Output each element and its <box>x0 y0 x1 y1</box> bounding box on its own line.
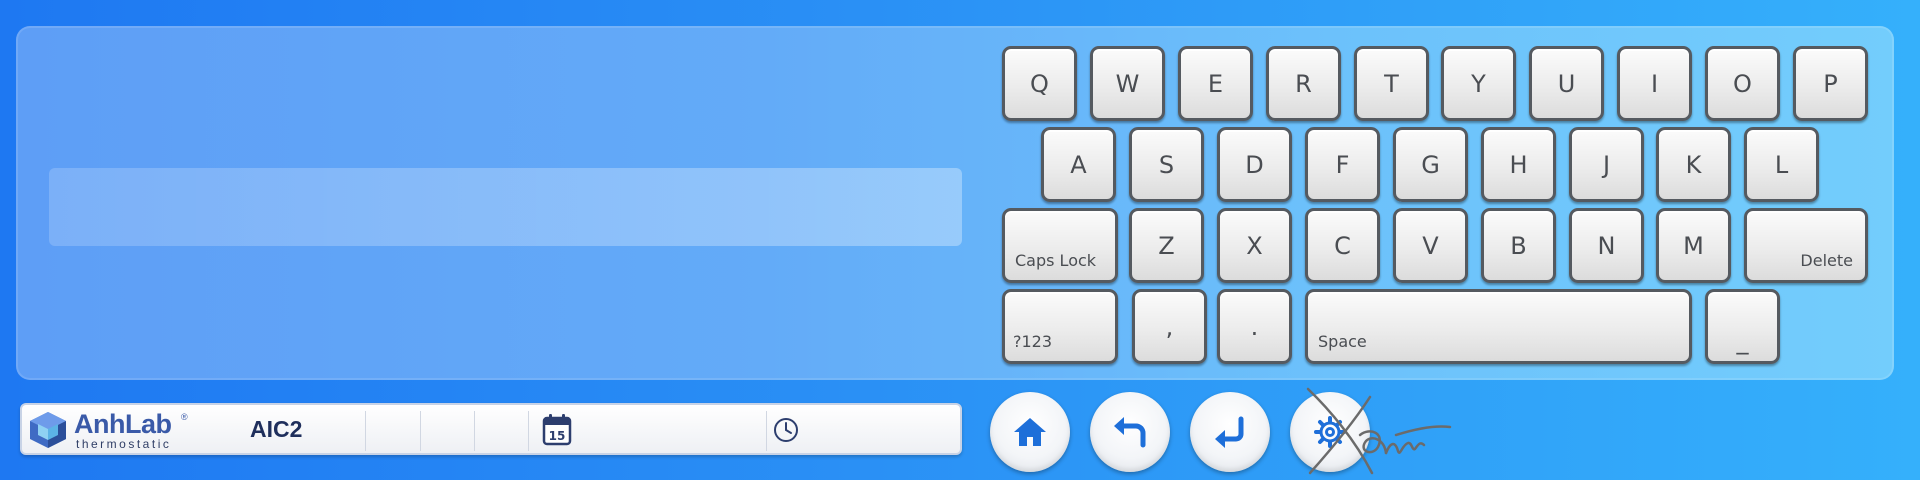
anhlab-logo: AnhLab ® thermostatic <box>26 409 191 451</box>
key-k[interactable]: K <box>1656 127 1731 202</box>
home-button[interactable] <box>990 392 1070 472</box>
key-label: G <box>1421 150 1440 179</box>
key-v[interactable]: V <box>1393 208 1468 283</box>
key-e[interactable]: E <box>1178 46 1253 121</box>
key-label: Space <box>1318 332 1367 351</box>
enter-icon <box>1215 416 1244 448</box>
key-label: , <box>1165 312 1174 341</box>
key-label: ?123 <box>1013 332 1053 351</box>
delete-key[interactable]: Delete <box>1744 208 1868 283</box>
period-key[interactable]: . <box>1217 289 1292 364</box>
back-icon <box>1114 417 1146 448</box>
key-h[interactable]: H <box>1481 127 1556 202</box>
key-label: _ <box>1736 327 1749 355</box>
key-label: S <box>1158 150 1175 179</box>
key-x[interactable]: X <box>1217 208 1292 283</box>
key-label: B <box>1510 231 1527 260</box>
key-j[interactable]: J <box>1569 127 1644 202</box>
key-label: H <box>1509 150 1528 179</box>
key-label: V <box>1422 231 1439 260</box>
key-m[interactable]: M <box>1656 208 1731 283</box>
key-a[interactable]: A <box>1041 127 1116 202</box>
cube-logo-icon <box>30 412 66 448</box>
logo-registered-mark: ® <box>181 412 188 422</box>
device-name: AIC2 <box>250 416 303 442</box>
key-p[interactable]: P <box>1793 46 1868 121</box>
key-f[interactable]: F <box>1305 127 1380 202</box>
logo-name: AnhLab <box>74 409 172 439</box>
key-label: Caps Lock <box>1015 251 1097 270</box>
divider <box>365 411 366 451</box>
key-label: J <box>1602 150 1611 179</box>
logo-subtitle: thermostatic <box>76 437 172 451</box>
key-label: A <box>1070 150 1087 179</box>
key-s[interactable]: S <box>1129 127 1204 202</box>
key-label: P <box>1823 69 1838 98</box>
key-n[interactable]: N <box>1569 208 1644 283</box>
key-label: L <box>1774 150 1789 179</box>
key-y[interactable]: Y <box>1441 46 1516 121</box>
key-label: Z <box>1158 231 1175 260</box>
key-label: R <box>1295 69 1312 98</box>
key-o[interactable]: O <box>1705 46 1780 121</box>
divider <box>474 411 475 451</box>
key-r[interactable]: R <box>1266 46 1341 121</box>
key-t[interactable]: T <box>1354 46 1429 121</box>
enter-button[interactable] <box>1190 392 1270 472</box>
key-w[interactable]: W <box>1090 46 1165 121</box>
key-q[interactable]: Q <box>1002 46 1077 121</box>
divider <box>766 411 767 451</box>
key-c[interactable]: C <box>1305 208 1380 283</box>
home-icon <box>1014 418 1046 446</box>
numbers-key[interactable]: ?123 <box>1002 289 1118 364</box>
key-l[interactable]: L <box>1744 127 1819 202</box>
key-label: U <box>1557 69 1576 98</box>
space-key[interactable]: Space <box>1305 289 1692 364</box>
underscore-key[interactable]: _ <box>1705 289 1780 364</box>
comma-key[interactable]: , <box>1132 289 1207 364</box>
key-b[interactable]: B <box>1481 208 1556 283</box>
key-u[interactable]: U <box>1529 46 1604 121</box>
key-label: X <box>1246 231 1263 260</box>
key-label: . <box>1250 312 1259 341</box>
status-bar: AnhLab ® thermostatic AIC2 15 <box>20 403 962 455</box>
key-label: M <box>1683 231 1704 260</box>
key-label: F <box>1335 150 1350 179</box>
divider <box>420 411 421 451</box>
key-label: O <box>1733 69 1752 98</box>
caps-lock-key[interactable]: Caps Lock <box>1002 208 1118 283</box>
key-label: D <box>1245 150 1264 179</box>
key-z[interactable]: Z <box>1129 208 1204 283</box>
key-label: W <box>1115 69 1140 98</box>
key-label: I <box>1650 69 1659 98</box>
back-button[interactable] <box>1090 392 1170 472</box>
clock-icon <box>772 416 800 449</box>
text-input-field[interactable] <box>49 168 962 246</box>
key-label: N <box>1597 231 1616 260</box>
key-label: Q <box>1030 69 1049 98</box>
key-d[interactable]: D <box>1217 127 1292 202</box>
key-label: Y <box>1471 69 1486 98</box>
divider <box>528 411 529 451</box>
calendar-icon: 15 <box>541 413 573 452</box>
handwritten-scribble <box>1306 387 1452 475</box>
calendar-day: 15 <box>549 429 566 443</box>
key-label: E <box>1207 69 1224 98</box>
key-label: Delete <box>1800 251 1853 270</box>
key-label: C <box>1334 231 1351 260</box>
key-label: T <box>1384 69 1399 98</box>
key-label: K <box>1685 150 1702 179</box>
key-i[interactable]: I <box>1617 46 1692 121</box>
key-g[interactable]: G <box>1393 127 1468 202</box>
